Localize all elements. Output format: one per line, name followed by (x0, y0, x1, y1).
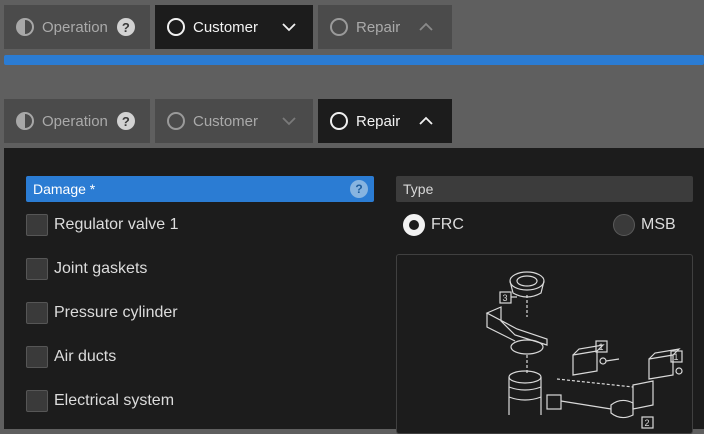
checkbox[interactable] (26, 346, 48, 368)
help-icon[interactable]: ? (350, 180, 368, 198)
radio-label: FRC (431, 216, 464, 233)
chevron-down-icon[interactable] (281, 116, 297, 126)
tab-operation-label: Operation (42, 112, 108, 130)
checkbox-label: Electrical system (54, 392, 175, 409)
tab-repair[interactable]: Repair (318, 99, 452, 143)
tab-customer-label: Customer (193, 112, 259, 130)
circle-icon (330, 112, 348, 130)
damage-option-air-ducts[interactable]: Air ducts (26, 345, 116, 369)
exploded-parts-diagram: 3 1 1 2 (396, 254, 693, 434)
type-field-header: Type (396, 176, 693, 202)
callout-1: 1 (599, 342, 604, 352)
checkbox[interactable] (26, 214, 48, 236)
radio-button[interactable] (613, 214, 635, 236)
chevron-down-icon[interactable] (281, 22, 297, 32)
radio-button[interactable] (403, 214, 425, 236)
type-label: Type (403, 181, 434, 197)
damage-option-regulator-valve[interactable]: Regulator valve 1 (26, 213, 179, 237)
tab-customer-label: Customer (193, 18, 259, 36)
damage-option-pressure-cylinder[interactable]: Pressure cylinder (26, 301, 178, 325)
checkbox[interactable] (26, 258, 48, 280)
checkbox-label: Regulator valve 1 (54, 216, 179, 233)
tab-customer[interactable]: Customer (155, 99, 313, 143)
radio-label: MSB (641, 216, 676, 233)
circle-icon (167, 112, 185, 130)
tab-repair[interactable]: Repair (318, 5, 452, 49)
tab-repair-label: Repair (356, 112, 401, 130)
checkbox-label: Pressure cylinder (54, 304, 178, 321)
parts-drawing: 3 1 1 2 (485, 271, 683, 429)
checkbox-label: Air ducts (54, 348, 117, 365)
type-option-msb[interactable]: MSB (613, 213, 676, 237)
damage-field-header: Damage * ? (26, 176, 374, 202)
tab-operation-label: Operation (42, 18, 108, 36)
damage-option-joint-gaskets[interactable]: Joint gaskets (26, 257, 147, 281)
callout-3: 3 (503, 293, 508, 303)
damage-option-electrical-system[interactable]: Electrical system (26, 389, 174, 413)
damage-label: Damage * (33, 181, 96, 197)
type-option-frc[interactable]: FRC (403, 213, 464, 237)
chevron-up-icon[interactable] (418, 116, 434, 126)
tab-operation[interactable]: Operation ? (4, 99, 150, 143)
checkbox[interactable] (26, 302, 48, 324)
half-circle-icon (16, 112, 34, 130)
callout-1: 1 (674, 352, 679, 362)
checkbox[interactable] (26, 390, 48, 412)
circle-icon (330, 18, 348, 36)
half-circle-icon (16, 18, 34, 36)
help-icon[interactable]: ? (116, 18, 135, 36)
repair-panel: Damage * ? Regulator valve 1 Joint gaske… (4, 148, 704, 434)
tab-operation[interactable]: Operation ? (4, 5, 150, 49)
tab-repair-label: Repair (356, 18, 401, 36)
chevron-up-icon[interactable] (418, 22, 434, 32)
tab-customer[interactable]: Customer (155, 5, 313, 49)
callout-2: 2 (645, 418, 650, 428)
circle-icon (167, 18, 185, 36)
progress-bar (4, 55, 704, 65)
help-icon[interactable]: ? (116, 112, 135, 130)
checkbox-label: Joint gaskets (54, 260, 148, 277)
